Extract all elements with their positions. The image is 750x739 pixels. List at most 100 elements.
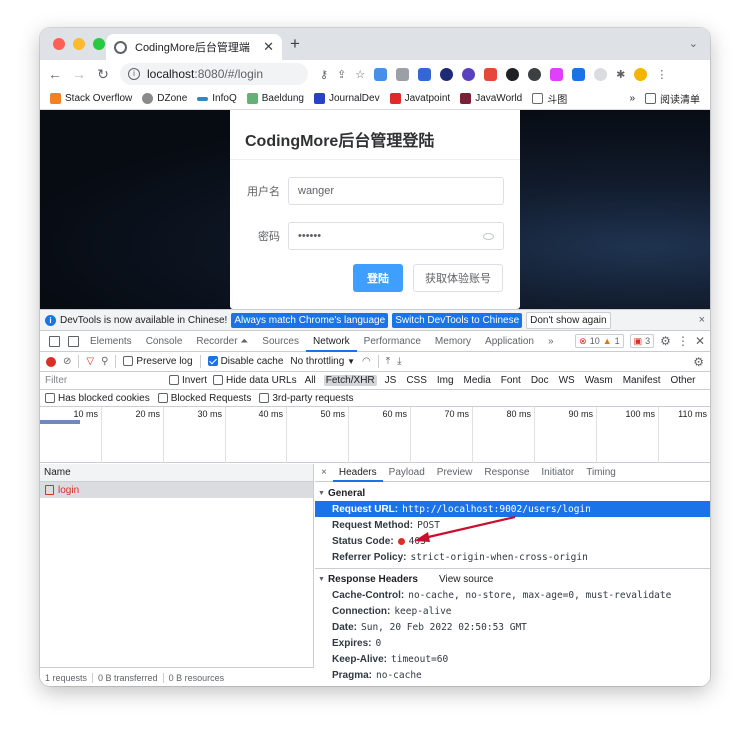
search-icon[interactable]: ⚲	[101, 356, 108, 367]
bookmark-dzone[interactable]: DZone	[142, 93, 187, 104]
reload-icon[interactable]: ↻	[96, 66, 110, 83]
browser-tab[interactable]: CodingMore后台管理端 ✕	[106, 34, 282, 60]
filter-type-font[interactable]: Font	[499, 375, 523, 386]
filter-type-all[interactable]: All	[303, 375, 318, 386]
key-icon[interactable]: ⚷	[320, 68, 328, 81]
header-row-keep-alive[interactable]: Keep-Alive: timeout=60	[315, 651, 710, 667]
tab-performance[interactable]: Performance	[357, 331, 428, 352]
clear-icon[interactable]: ⊘	[63, 356, 71, 367]
download-icon[interactable]: ⤓	[397, 356, 401, 367]
tab-application[interactable]: Application	[478, 331, 541, 352]
extension-icon[interactable]	[572, 67, 586, 81]
extension-icon[interactable]	[550, 67, 564, 81]
extension-icon[interactable]	[418, 67, 432, 81]
filter-type-manifest[interactable]: Manifest	[621, 375, 663, 386]
minimize-window-button[interactable]	[73, 38, 85, 50]
zoom-window-button[interactable]	[93, 38, 105, 50]
tab-search-button[interactable]: ⌄	[689, 37, 698, 50]
close-tab-icon[interactable]: ✕	[263, 39, 274, 55]
tab-timing[interactable]: Timing	[580, 464, 622, 482]
filter-type-media[interactable]: Media	[462, 375, 493, 386]
inspect-element-icon[interactable]	[49, 335, 60, 347]
extension-icon[interactable]	[374, 67, 388, 81]
close-window-button[interactable]	[53, 38, 65, 50]
disable-cache-checkbox[interactable]: Disable cache	[207, 356, 283, 367]
bookmark-javaworld[interactable]: JavaWorld	[460, 93, 522, 104]
third-party-requests-checkbox[interactable]: 3rd-party requests	[259, 393, 353, 404]
address-bar[interactable]: i localhost:8080/#/login	[120, 63, 308, 85]
close-infobar-icon[interactable]: ×	[699, 314, 705, 326]
switch-language-button[interactable]: Switch DevTools to Chinese	[392, 312, 523, 328]
more-icon[interactable]: ⋮	[677, 334, 689, 348]
header-row-connection[interactable]: Connection: keep-alive	[315, 603, 710, 619]
response-headers-section-header[interactable]: ▼ Response Headers View source	[315, 571, 710, 587]
blocked-requests-checkbox[interactable]: Blocked Requests	[157, 393, 251, 404]
info-icon[interactable]: i	[128, 68, 140, 80]
star-icon[interactable]: ☆	[355, 68, 365, 81]
tab-preview[interactable]: Preview	[431, 464, 479, 482]
get-trial-account-button[interactable]: 获取体验账号	[413, 264, 503, 292]
bookmark-javatpoint[interactable]: Javatpoint	[389, 93, 450, 104]
upload-icon[interactable]: ⤒	[386, 356, 390, 367]
tab-network[interactable]: Network	[305, 331, 357, 352]
tab-elements[interactable]: Elements	[83, 331, 139, 352]
gear-icon[interactable]: ⚙	[660, 334, 671, 348]
dont-show-again-button[interactable]: Don't show again	[526, 311, 611, 329]
device-toolbar-icon[interactable]	[68, 335, 79, 347]
filter-type-other[interactable]: Other	[668, 375, 697, 386]
tab-response[interactable]: Response	[478, 464, 535, 482]
general-section-header[interactable]: ▼ General	[315, 485, 710, 501]
back-icon[interactable]: ←	[48, 66, 62, 82]
extension-icon[interactable]	[396, 67, 410, 81]
more-icon[interactable]: ⋮	[656, 68, 667, 81]
username-input[interactable]: wanger	[288, 177, 504, 205]
filter-type-img[interactable]: Img	[435, 375, 456, 386]
record-icon[interactable]	[46, 356, 56, 367]
bookmark-infoq[interactable]: InfoQ	[197, 93, 237, 104]
filter-type-ws[interactable]: WS	[557, 375, 577, 386]
close-devtools-icon[interactable]: ✕	[695, 334, 705, 348]
tab-recorder[interactable]: Recorder ⏶	[189, 331, 255, 352]
extension-icon[interactable]	[506, 67, 520, 81]
tab-headers[interactable]: Headers	[332, 464, 383, 482]
preserve-log-checkbox[interactable]: Preserve log	[123, 356, 193, 367]
tab-initiator[interactable]: Initiator	[535, 464, 580, 482]
match-language-button[interactable]: Always match Chrome's language	[231, 312, 389, 328]
header-row-pragma[interactable]: Pragma: no-cache	[315, 667, 710, 683]
bookmark-journaldev[interactable]: JournalDev	[314, 93, 380, 104]
header-row-cache-control[interactable]: Cache-Control: no-cache, no-store, max-ag…	[315, 587, 710, 603]
bookmark-stack-overflow[interactable]: Stack Overflow	[50, 93, 132, 104]
login-button[interactable]: 登陆	[353, 264, 403, 292]
tab-memory[interactable]: Memory	[428, 331, 478, 352]
tab-console[interactable]: Console	[139, 331, 190, 352]
tab-sources[interactable]: Sources	[255, 331, 306, 352]
more-tabs-button[interactable]: »	[541, 331, 561, 352]
header-row-referrer-policy[interactable]: Referrer Policy: strict-origin-when-cross…	[315, 549, 710, 565]
filter-type-css[interactable]: CSS	[404, 375, 429, 386]
bookmark-doutu[interactable]: 斗图	[532, 91, 567, 106]
invert-checkbox[interactable]: Invert	[169, 375, 207, 386]
filter-type-js[interactable]: JS	[383, 375, 399, 386]
extension-icon[interactable]	[440, 67, 454, 81]
console-counts-badge[interactable]: ⊗ 10 ▲ 1	[575, 334, 624, 348]
view-source-link[interactable]: View source	[439, 574, 493, 585]
filter-type-fetch-xhr[interactable]: Fetch/XHR	[323, 375, 377, 386]
extensions-puzzle-icon[interactable]: ✱	[616, 68, 625, 81]
forward-icon[interactable]: →	[72, 66, 86, 82]
new-tab-button[interactable]: +	[290, 34, 300, 54]
request-row-login[interactable]: login	[40, 482, 313, 498]
throttling-select[interactable]: No throttling ▼	[290, 356, 355, 367]
extension-icon[interactable]	[528, 67, 542, 81]
close-details-icon[interactable]: ×	[315, 464, 333, 482]
reading-list-button[interactable]: 阅读清单	[645, 91, 700, 106]
gear-icon[interactable]: ⚙	[693, 355, 704, 369]
share-icon[interactable]: ⇪	[337, 68, 346, 81]
bookmark-baeldung[interactable]: Baeldung	[246, 93, 304, 104]
header-row-date[interactable]: Date: Sun, 20 Feb 2022 02:50:53 GMT	[315, 619, 710, 635]
filter-type-doc[interactable]: Doc	[529, 375, 551, 386]
issues-badge[interactable]: ▣ 3	[629, 334, 655, 348]
password-input[interactable]: ••••••	[288, 222, 504, 250]
network-timeline[interactable]: 10 ms 20 ms 30 ms 40 ms 50 ms 60 ms 70 m…	[40, 407, 710, 463]
filter-icon[interactable]: ▽	[86, 356, 94, 367]
filter-type-wasm[interactable]: Wasm	[583, 375, 615, 386]
